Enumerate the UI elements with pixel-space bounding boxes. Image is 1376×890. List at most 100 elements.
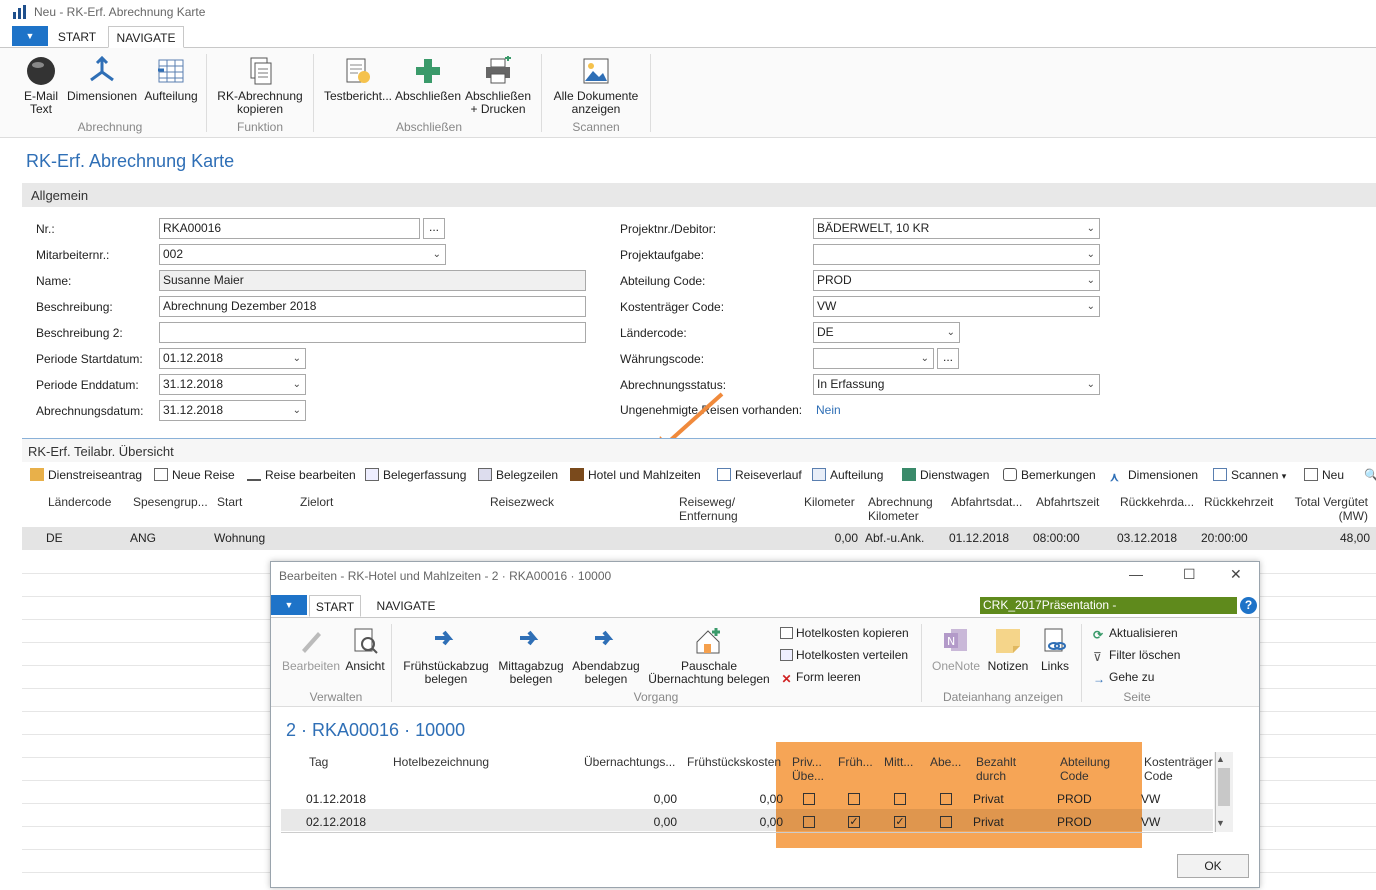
mittagabzug-button[interactable]: Mittagabzug belegen: [493, 626, 569, 686]
gehe-zu-action[interactable]: → Gehe zu: [1093, 670, 1154, 686]
checkbox-frueh-row1[interactable]: [848, 793, 860, 805]
col-reisezweck[interactable]: Reisezweck: [490, 495, 554, 509]
field-abrechnungsdatum[interactable]: 31.12.2018 ⌄: [159, 400, 306, 421]
alle-dokumente-button[interactable]: Alle Dokumente anzeigen: [548, 56, 644, 116]
action-reise-bearbeiten[interactable]: Reise bearbeiten: [247, 468, 356, 482]
dcol-abend[interactable]: Abe...: [930, 755, 961, 769]
col-total-verguetet[interactable]: Total Vergütet (MW): [1280, 495, 1368, 523]
minimize-icon[interactable]: —: [1129, 566, 1143, 582]
col-abfahrtsdatum[interactable]: Abfahrtsdat...: [951, 495, 1022, 509]
checkbox-abend-row2[interactable]: [940, 816, 952, 828]
dcol-abteilung-code[interactable]: Abteilung Code: [1060, 755, 1110, 783]
field-abrechnungsstatus[interactable]: In Erfassung ⌄: [813, 374, 1100, 395]
dcol-bezahlt-durch[interactable]: Bezahlt durch: [976, 755, 1016, 783]
field-periode-ende[interactable]: 31.12.2018 ⌄: [159, 374, 306, 395]
dimensions-button[interactable]: Dimensionen: [66, 56, 138, 103]
abschliessen-drucken-button[interactable]: Abschließen + Drucken: [462, 56, 534, 116]
field-kostentraeger-code[interactable]: VW ⌄: [813, 296, 1100, 317]
nr-lookup-button[interactable]: ...: [423, 218, 445, 239]
dcol-hotelbezeichnung[interactable]: Hotelbezeichnung: [393, 755, 489, 769]
aktualisieren-action[interactable]: ⟳ Aktualisieren: [1093, 626, 1178, 642]
field-beschreibung-2[interactable]: [159, 322, 586, 343]
dcol-kostentraeger-code[interactable]: Kostenträger Code: [1144, 755, 1213, 783]
action-hotel-und-mahlzeiten[interactable]: Hotel und Mahlzeiten: [570, 468, 701, 482]
checkbox-frueh-row2[interactable]: ✓: [848, 816, 860, 828]
col-rueckkehrdatum[interactable]: Rückkehrda...: [1120, 495, 1194, 509]
action-belegzeilen[interactable]: Belegzeilen: [478, 468, 558, 482]
close-icon[interactable]: ✕: [1230, 566, 1242, 583]
field-projektnr[interactable]: BÄDERWELT, 10 KR ⌄: [813, 218, 1100, 239]
field-mitarbeiternr[interactable]: 002 ⌄: [159, 244, 446, 265]
maximize-icon[interactable]: ☐: [1183, 566, 1196, 583]
dcol-uebernachtung[interactable]: Übernachtungs...: [584, 755, 675, 769]
col-abfahrtszeit[interactable]: Abfahrtszeit: [1036, 495, 1099, 509]
hotelkosten-verteilen-action[interactable]: Hotelkosten verteilen: [780, 648, 908, 662]
field-beschreibung[interactable]: Abrechnung Dezember 2018: [159, 296, 586, 317]
action-dienstreiseantrag[interactable]: Dienstreiseantrag: [30, 468, 142, 482]
field-periode-start[interactable]: 01.12.2018 ⌄: [159, 348, 306, 369]
waehrung-lookup-button[interactable]: ...: [937, 348, 959, 369]
copy-abrechnung-button[interactable]: RK-Abrechnung kopieren: [214, 56, 306, 116]
action-bemerkungen[interactable]: Bemerkungen: [1003, 468, 1096, 482]
tab-navigate[interactable]: NAVIGATE: [108, 26, 184, 48]
bearbeiten-button[interactable]: Bearbeiten: [281, 626, 341, 673]
dcol-fruehstueckskosten[interactable]: Frühstückskosten: [687, 755, 781, 769]
abendabzug-button[interactable]: Abendabzug belegen: [569, 626, 643, 686]
aufteilung-button[interactable]: Aufteilung: [140, 56, 202, 103]
email-text-button[interactable]: E-Mail Text: [16, 56, 66, 116]
field-projektaufgabe[interactable]: ⌄: [813, 244, 1100, 265]
action-scannen[interactable]: Scannen ▾: [1213, 468, 1286, 482]
dcol-privat-uebernachtung[interactable]: Priv... Übe...: [792, 755, 824, 783]
onenote-button[interactable]: N OneNote: [929, 626, 983, 673]
col-laendercode[interactable]: Ländercode: [48, 495, 111, 509]
tab-start[interactable]: START: [52, 26, 102, 48]
checkbox-mittag-row1[interactable]: [894, 793, 906, 805]
testbericht-button[interactable]: Testbericht...: [322, 56, 394, 103]
col-start[interactable]: Start: [217, 495, 242, 509]
help-icon[interactable]: ?: [1240, 597, 1257, 614]
checkbox-mittag-row2[interactable]: ✓: [894, 816, 906, 828]
field-waehrungscode[interactable]: ⌄: [813, 348, 934, 369]
app-menu-button[interactable]: ▼: [12, 26, 48, 46]
action-belegerfassung[interactable]: Belegerfassung: [365, 468, 466, 482]
dialog-menu-button[interactable]: ▼: [271, 595, 307, 615]
dialog-tab-navigate[interactable]: NAVIGATE: [371, 595, 441, 617]
checkbox-abend-row1[interactable]: [940, 793, 952, 805]
checkbox-privat-row1[interactable]: [803, 793, 815, 805]
action-neu[interactable]: Neu: [1304, 468, 1344, 482]
col-kilometer[interactable]: Kilometer: [804, 495, 855, 509]
printer-icon: [486, 56, 511, 84]
col-reiseweg[interactable]: Reiseweg/Entfernung: [679, 495, 738, 523]
field-laendercode[interactable]: DE ⌄: [813, 322, 960, 343]
action-reiseverlauf[interactable]: Reiseverlauf: [717, 468, 802, 482]
section-header-allgemein[interactable]: Allgemein: [22, 183, 1376, 207]
col-zielort[interactable]: Zielort: [300, 495, 333, 509]
fruehstueckabzug-button[interactable]: Frühstückabzug belegen: [399, 626, 493, 686]
form-leeren-action[interactable]: ✕ Form leeren: [780, 670, 860, 685]
col-rueckkehrzeit[interactable]: Rückkehrzeit: [1204, 495, 1273, 509]
field-abteilung-code[interactable]: PROD ⌄: [813, 270, 1100, 291]
binoculars-icon[interactable]: 🔍: [1364, 468, 1376, 482]
dialog-tab-start[interactable]: START: [309, 595, 361, 617]
action-neue-reise[interactable]: Neue Reise: [154, 468, 235, 482]
links-button[interactable]: Links: [1033, 626, 1077, 673]
ungenehmigte-reisen-link[interactable]: Nein: [816, 403, 841, 417]
ok-button[interactable]: OK: [1177, 854, 1249, 878]
action-aufteilung[interactable]: Aufteilung: [812, 468, 883, 482]
hotelkosten-kopieren-action[interactable]: Hotelkosten kopieren: [780, 626, 909, 640]
col-abrechnung-kilometer[interactable]: Abrechnung Kilometer: [868, 495, 933, 523]
dcol-tag[interactable]: Tag: [309, 755, 328, 769]
action-dimensionen[interactable]: ⋏ Dimensionen: [1110, 468, 1198, 484]
dcol-fruehstueck[interactable]: Früh...: [838, 755, 873, 769]
filter-loeschen-action[interactable]: ⊽ Filter löschen: [1093, 648, 1180, 664]
notizen-button[interactable]: Notizen: [983, 626, 1033, 673]
checkbox-privat-row2[interactable]: [803, 816, 815, 828]
ansicht-button[interactable]: Ansicht: [341, 626, 389, 673]
abschliessen-button[interactable]: Abschließen: [394, 56, 462, 103]
action-dienstwagen[interactable]: Dienstwagen: [902, 468, 989, 482]
col-spesengruppe[interactable]: Spesengrup...: [133, 495, 208, 509]
subpage-header[interactable]: RK-Erf. Teilabr. Übersicht: [22, 438, 1376, 462]
field-nr[interactable]: RKA00016: [159, 218, 420, 239]
dcol-mittag[interactable]: Mitt...: [884, 755, 913, 769]
pauschale-uebernachtung-button[interactable]: Pauschale Übernachtung belegen: [645, 626, 773, 686]
